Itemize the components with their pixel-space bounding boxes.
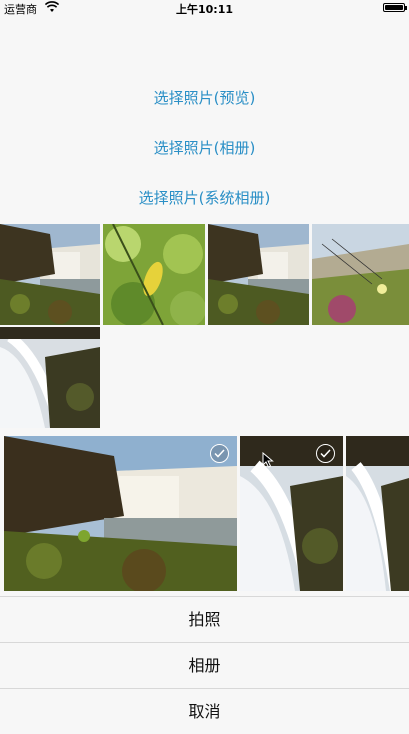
selected-photo-thumbnail[interactable] [208, 224, 309, 325]
album-button[interactable]: 相册 [0, 642, 409, 688]
recent-photos-strip[interactable] [0, 432, 409, 596]
clock: 上午10:11 [175, 3, 233, 16]
checkmark-icon[interactable] [210, 444, 229, 463]
battery-icon [383, 3, 407, 12]
cursor-icon [262, 452, 274, 468]
cancel-button[interactable]: 取消 [0, 688, 409, 734]
action-sheet: 拍照 相册 取消 [0, 432, 409, 734]
selected-photo-thumbnail[interactable] [103, 224, 205, 325]
checkmark-icon[interactable] [316, 444, 335, 463]
selected-photo-thumbnail[interactable] [312, 224, 409, 325]
recent-photo[interactable] [4, 436, 237, 591]
select-photo-system-album-link[interactable]: 选择照片(系统相册) [0, 187, 409, 208]
selected-photo-thumbnail[interactable] [0, 224, 100, 325]
select-photo-preview-link[interactable]: 选择照片(预览) [0, 87, 409, 108]
select-photo-album-link[interactable]: 选择照片(相册) [0, 137, 409, 158]
status-bar: 运营商 上午10:11 [0, 0, 409, 16]
recent-photo[interactable] [240, 436, 343, 591]
selected-photo-thumbnail[interactable] [0, 327, 100, 428]
recent-photo[interactable] [346, 436, 409, 591]
take-photo-button[interactable]: 拍照 [0, 596, 409, 642]
